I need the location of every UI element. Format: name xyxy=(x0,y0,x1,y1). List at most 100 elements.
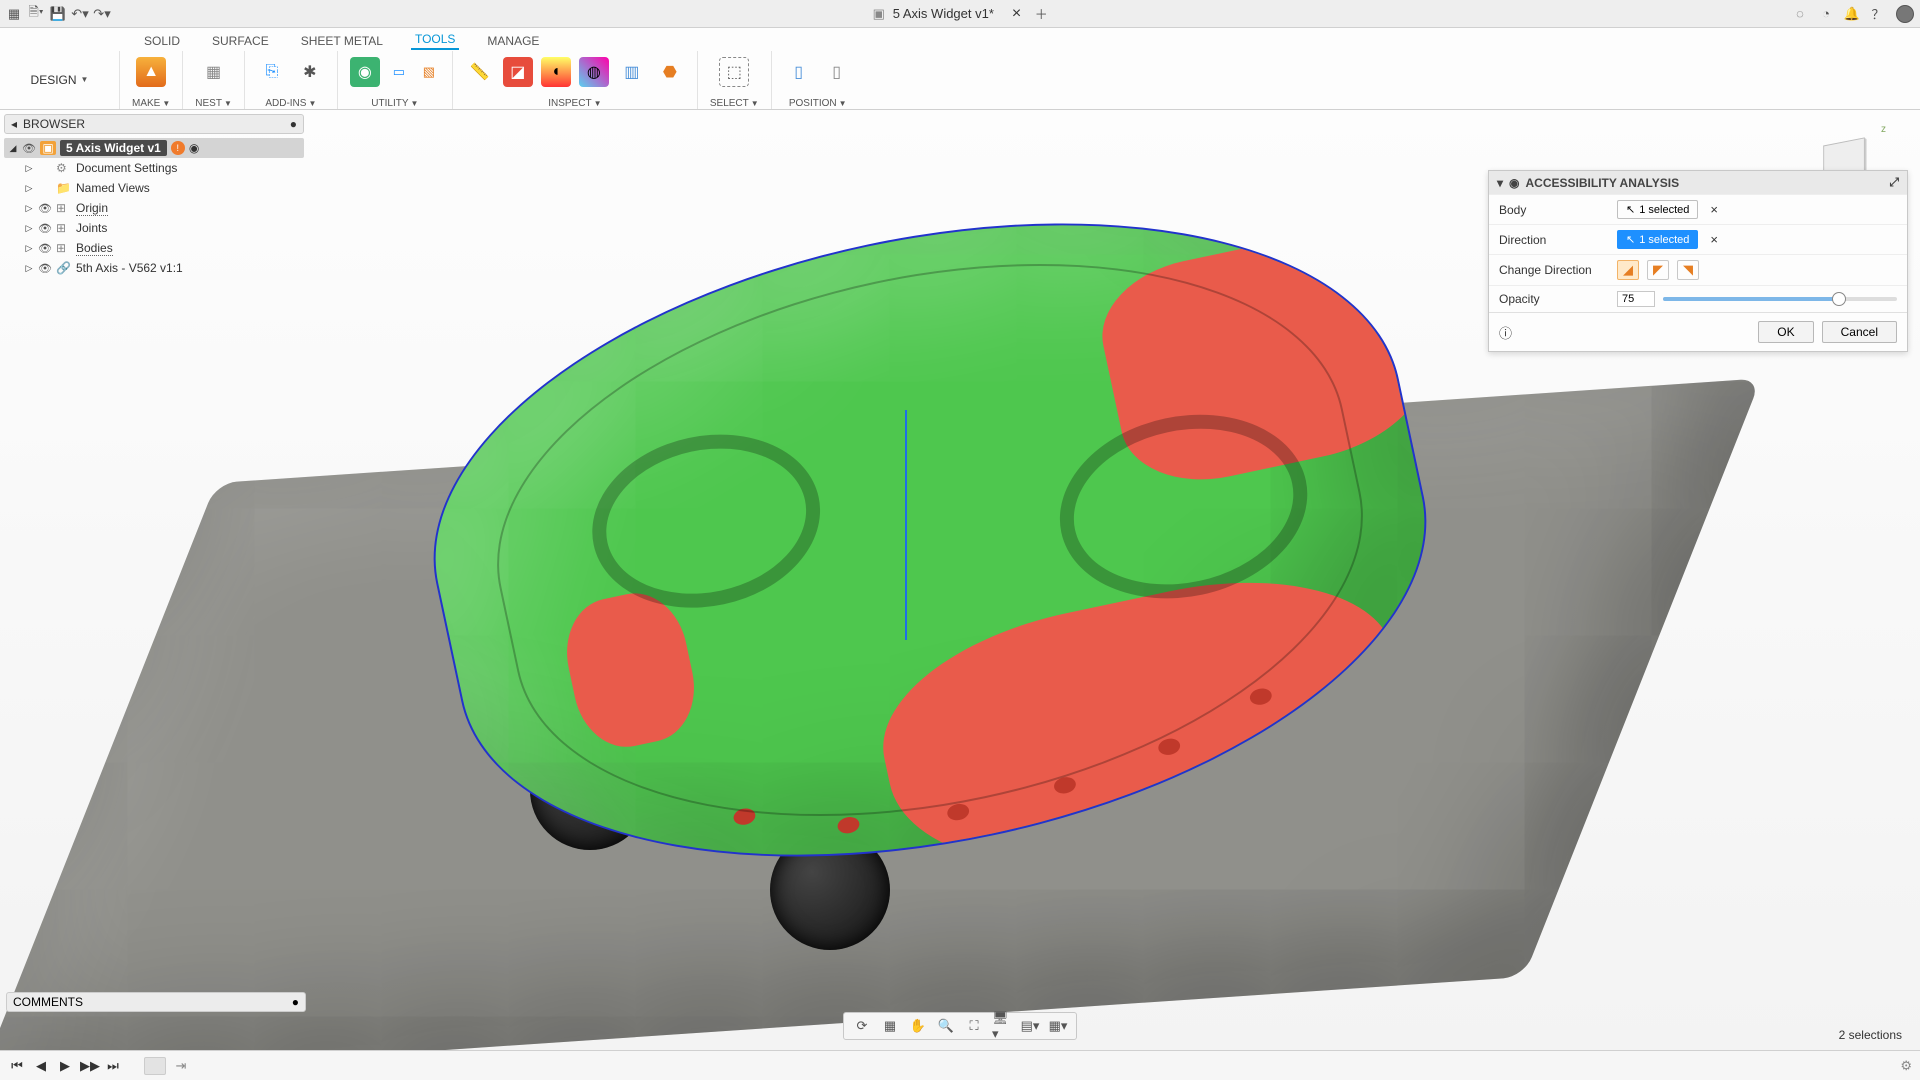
cancel-button[interactable]: Cancel xyxy=(1822,321,1897,343)
direction-option-3[interactable]: ◥ xyxy=(1677,260,1699,280)
timeline-start-icon[interactable]: ⏮ xyxy=(8,1058,26,1074)
utility-icon3[interactable]: ▧ xyxy=(418,61,440,83)
unsaved-badge: ! xyxy=(171,141,185,155)
tree-root-label: 5 Axis Widget v1 xyxy=(60,140,167,156)
tab-close-button[interactable]: × xyxy=(1012,5,1021,23)
direction-option-1[interactable]: ◢ xyxy=(1617,260,1639,280)
zebra-icon[interactable]: ◍ xyxy=(579,57,609,87)
tab-tools[interactable]: TOOLS xyxy=(411,29,459,50)
help-icon[interactable]: ？ xyxy=(1870,6,1886,22)
pan-icon[interactable]: ✋ xyxy=(908,1016,928,1036)
timeline-feature[interactable] xyxy=(144,1057,166,1075)
select-icon[interactable]: ⬚ xyxy=(719,57,749,87)
print3d-icon[interactable]: ▲ xyxy=(136,57,166,87)
look-icon[interactable]: ▦ xyxy=(880,1016,900,1036)
body-label: Body xyxy=(1499,203,1609,217)
direction-selector[interactable]: ↖ 1 selected xyxy=(1617,230,1698,249)
tree-item-component[interactable]: ▷👁🔗 5th Axis - V562 v1:1 xyxy=(22,258,304,278)
timeline-marker-icon[interactable]: ⇥ xyxy=(172,1058,190,1074)
addin-gear-icon[interactable]: ✱ xyxy=(295,57,325,87)
job-status-icon[interactable]: ◔ xyxy=(1818,6,1834,22)
ok-button[interactable]: OK xyxy=(1758,321,1813,343)
panel-expand-icon[interactable]: ⤢ xyxy=(1889,175,1899,190)
folder-icon: 📁 xyxy=(56,181,72,195)
group-addins: ADD-INS xyxy=(265,98,306,109)
utility-icon2[interactable]: ▭ xyxy=(388,61,410,83)
save-icon[interactable]: 💾 xyxy=(50,6,66,22)
doc-cube-icon: ▣ xyxy=(871,6,887,22)
timeline-end-icon[interactable]: ⏭ xyxy=(104,1058,122,1074)
fit-icon[interactable]: ⛶ xyxy=(964,1016,984,1036)
viewport[interactable]: ◂ BROWSER ● ◢👁 ▣ 5 Axis Widget v1 ! ◉ ▷⚙… xyxy=(0,110,1920,1050)
nest-icon[interactable]: ▦ xyxy=(199,57,229,87)
timeline-settings-icon[interactable]: ⚙ xyxy=(1900,1058,1912,1074)
undo-icon[interactable]: ↶▾ xyxy=(72,6,88,22)
comments-pin-icon[interactable]: ● xyxy=(292,995,299,1009)
direction-clear-button[interactable]: × xyxy=(1706,232,1722,247)
radio-icon[interactable]: ◉ xyxy=(189,141,199,155)
document-title: 5 Axis Widget v1* xyxy=(893,6,994,21)
scripts-icon[interactable]: ⎘ xyxy=(257,57,287,87)
center-mass-icon[interactable]: ⬣ xyxy=(655,57,685,87)
accessibility-analysis-panel: ▾ ◉ ACCESSIBILITY ANALYSIS ⤢ Body ↖ 1 se… xyxy=(1488,170,1908,352)
panel-collapse-icon[interactable]: ▾ xyxy=(1497,176,1503,190)
tree-item-origin[interactable]: ▷👁⊞ Origin xyxy=(22,198,304,218)
browser-collapse-icon[interactable]: ◂ xyxy=(11,117,17,131)
notifications-icon[interactable]: 🔔 xyxy=(1844,6,1860,22)
browser-pin-icon[interactable]: ● xyxy=(290,117,297,131)
timeline-play-icon[interactable]: ▶ xyxy=(56,1058,74,1074)
link-icon: 🔗 xyxy=(56,261,72,275)
hole xyxy=(732,807,757,827)
selection-status: 2 selections xyxy=(1839,1028,1902,1042)
axis-indicator[interactable] xyxy=(905,410,907,640)
grid-dropdown[interactable]: ▤▾ xyxy=(1020,1016,1040,1036)
opacity-label: Opacity xyxy=(1499,292,1609,306)
slider-thumb[interactable] xyxy=(1832,292,1846,306)
info-icon[interactable]: ⓘ xyxy=(1499,323,1512,342)
new-tab-button[interactable]: ＋ xyxy=(1033,6,1049,22)
app-grid-icon[interactable]: ▦ xyxy=(6,6,22,22)
file-icon[interactable]: 🗎▾ xyxy=(28,6,44,22)
tree-item-joints[interactable]: ▷👁⊞ Joints xyxy=(22,218,304,238)
nav-toolbar: ⟳ ▦ ✋ 🔍 ⛶ 🖥▾ ▤▾ ▦▾ xyxy=(843,1012,1077,1040)
tree-item-bodies[interactable]: ▷👁⊞ Bodies xyxy=(22,238,304,258)
timeline-prev-icon[interactable]: ◀ xyxy=(32,1058,50,1074)
timeline: ⏮ ◀ ▶ ▶▶ ⏭ ⇥ ⚙ xyxy=(0,1050,1920,1080)
comments-panel[interactable]: COMMENTS ● xyxy=(6,992,306,1012)
position-icon2[interactable]: ▯ xyxy=(822,57,852,87)
opacity-input[interactable] xyxy=(1617,291,1655,307)
tab-sheetmetal[interactable]: SHEET METAL xyxy=(297,31,387,50)
tree-item-namedviews[interactable]: ▷📁 Named Views xyxy=(22,178,304,198)
pointer-icon: ↖ xyxy=(1626,233,1635,246)
opacity-slider[interactable] xyxy=(1663,297,1897,301)
user-avatar[interactable] xyxy=(1896,5,1914,23)
direction-label: Direction xyxy=(1499,233,1609,247)
zoom-icon[interactable]: 🔍 xyxy=(936,1016,956,1036)
utility-color-icon[interactable]: ◉ xyxy=(350,57,380,87)
tree-item-docsettings[interactable]: ▷⚙ Document Settings xyxy=(22,158,304,178)
tab-manage[interactable]: MANAGE xyxy=(483,31,543,50)
panel-icon: ◉ xyxy=(1509,176,1519,190)
row-direction: Direction ↖ 1 selected × xyxy=(1489,224,1907,254)
position-icon[interactable]: ▯ xyxy=(784,57,814,87)
orbit-icon[interactable]: ⟳ xyxy=(852,1016,872,1036)
browser-header[interactable]: ◂ BROWSER ● xyxy=(4,114,304,134)
extensions-icon[interactable]: ◌ xyxy=(1792,6,1808,22)
interference-icon[interactable]: ◪ xyxy=(503,57,533,87)
workspace-dropdown[interactable]: DESIGN▼ xyxy=(0,51,120,109)
tab-solid[interactable]: SOLID xyxy=(140,31,184,50)
body-clear-button[interactable]: × xyxy=(1706,202,1722,217)
group-select: SELECT xyxy=(710,98,749,109)
tree-root[interactable]: ◢👁 ▣ 5 Axis Widget v1 ! ◉ xyxy=(4,138,304,158)
measure-icon[interactable]: 📏 xyxy=(465,57,495,87)
boss-feature xyxy=(1043,393,1325,621)
section-icon[interactable]: ▥ xyxy=(617,57,647,87)
redo-icon[interactable]: ↷▾ xyxy=(94,6,110,22)
viewport-dropdown[interactable]: ▦▾ xyxy=(1048,1016,1068,1036)
tab-surface[interactable]: SURFACE xyxy=(208,31,273,50)
body-selector[interactable]: ↖ 1 selected xyxy=(1617,200,1698,219)
curvature-icon[interactable]: ◖ xyxy=(541,57,571,87)
display-dropdown[interactable]: 🖥▾ xyxy=(992,1016,1012,1036)
timeline-next-icon[interactable]: ▶▶ xyxy=(80,1058,98,1074)
direction-option-2[interactable]: ◤ xyxy=(1647,260,1669,280)
